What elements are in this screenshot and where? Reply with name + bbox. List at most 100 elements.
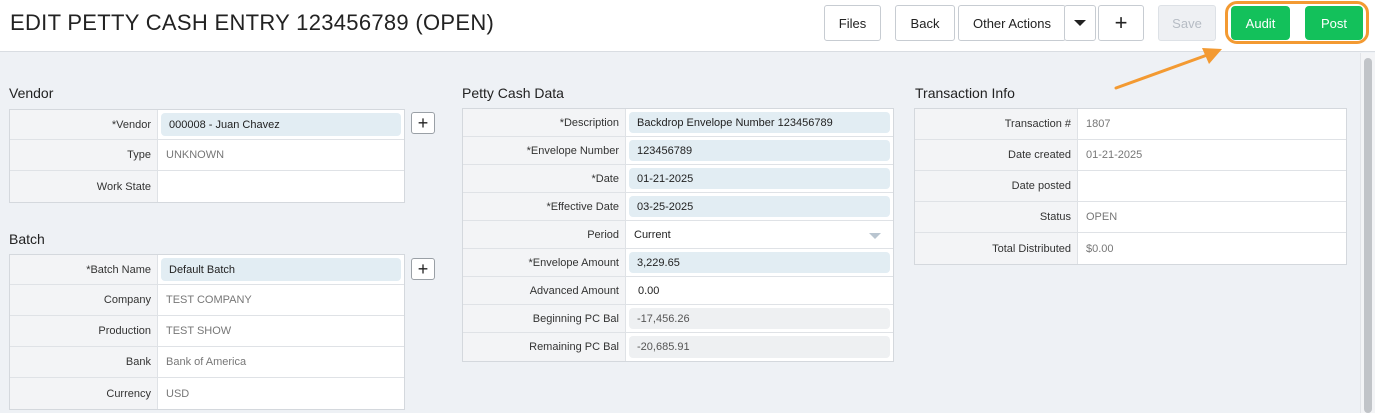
field-label: Beginning PC Bal — [463, 305, 626, 332]
date-created-value: 01-21-2025 — [1086, 149, 1143, 161]
date-field[interactable]: 01-21-2025 — [626, 165, 893, 192]
chevron-down-icon — [869, 232, 881, 239]
field-label: *Batch Name — [10, 255, 158, 284]
petty-cash-section-title: Petty Cash Data — [462, 85, 564, 101]
field-label: *Envelope Amount — [463, 249, 626, 276]
page-title: EDIT PETTY CASH ENTRY 123456789 (OPEN) — [10, 10, 495, 35]
add-batch-button[interactable]: + — [411, 258, 435, 280]
work-state-value[interactable] — [158, 171, 404, 202]
envelope-number-row: *Envelope Number 123456789 — [463, 137, 893, 165]
field-label: Production — [10, 316, 158, 346]
status-value: OPEN — [1086, 211, 1118, 223]
field-label: Currency — [10, 378, 158, 409]
field-label: Remaining PC Bal — [463, 333, 626, 361]
scrollbar-thumb[interactable] — [1364, 58, 1372, 413]
bank-row: Bank Bank of America — [10, 347, 404, 378]
field-label: Total Distributed — [915, 233, 1078, 264]
production-value: TEST SHOW — [166, 325, 232, 337]
remaining-pc-bal-value: -20,685.91 — [629, 336, 890, 358]
vendor-type-value: UNKNOWN — [166, 149, 225, 161]
production-row: Production TEST SHOW — [10, 316, 404, 347]
advanced-amount-row: Advanced Amount 0.00 — [463, 277, 893, 305]
batch-name-row: *Batch Name Default Batch — [10, 255, 404, 285]
plus-icon: + — [417, 113, 429, 133]
transaction-section-title: Transaction Info — [915, 85, 1015, 101]
vendor-table: *Vendor 000008 - Juan Chavez Type UNKNOW… — [9, 109, 405, 203]
back-button[interactable]: Back — [895, 5, 955, 41]
effective-date-field[interactable]: 03-25-2025 — [626, 193, 893, 220]
field-label: Type — [10, 140, 158, 170]
effective-date-value[interactable]: 03-25-2025 — [629, 196, 890, 217]
vendor-row: *Vendor 000008 - Juan Chavez — [10, 110, 404, 140]
save-button[interactable]: Save — [1158, 5, 1216, 41]
field-label: *Date — [463, 165, 626, 192]
files-button[interactable]: Files — [824, 5, 881, 41]
date-value[interactable]: 01-21-2025 — [629, 168, 890, 189]
vendor-type-row: Type UNKNOWN — [10, 140, 404, 171]
status-row: Status OPEN — [915, 202, 1346, 233]
currency-value: USD — [166, 387, 190, 400]
field-label: *Effective Date — [463, 193, 626, 220]
description-field[interactable]: Backdrop Envelope Number 123456789 — [626, 109, 893, 136]
vendor-value[interactable]: 000008 - Juan Chavez — [161, 113, 401, 136]
beginning-pc-bal-row: Beginning PC Bal -17,456.26 — [463, 305, 893, 333]
beginning-pc-bal-value: -17,456.26 — [629, 308, 890, 329]
field-label: *Vendor — [10, 110, 158, 139]
transaction-number-row: Transaction # 1807 — [915, 109, 1346, 140]
add-button[interactable]: + — [1098, 5, 1144, 41]
bank-value: Bank of America — [166, 356, 247, 368]
plus-icon: + — [1114, 10, 1128, 35]
description-value[interactable]: Backdrop Envelope Number 123456789 — [629, 112, 890, 133]
effective-date-row: *Effective Date 03-25-2025 — [463, 193, 893, 221]
period-select[interactable]: Current — [626, 221, 893, 248]
batch-table: *Batch Name Default Batch Company TEST C… — [9, 254, 405, 410]
annotation-arrow-icon — [1114, 48, 1222, 90]
envelope-amount-value[interactable]: 3,229.65 — [629, 252, 890, 273]
field-label: Date created — [915, 140, 1078, 170]
transaction-number-value: 1807 — [1086, 118, 1111, 130]
field-label: *Description — [463, 109, 626, 136]
field-label: Status — [915, 202, 1078, 232]
company-value: TEST COMPANY — [166, 294, 252, 306]
envelope-amount-field[interactable]: 3,229.65 — [626, 249, 893, 276]
other-actions-dropdown-button[interactable] — [1064, 5, 1096, 41]
period-row: Period Current — [463, 221, 893, 249]
vendor-field[interactable]: 000008 - Juan Chavez — [158, 110, 404, 139]
field-label: Date posted — [915, 171, 1078, 201]
total-distributed-value: $0.00 — [1086, 242, 1114, 255]
period-value: Current — [634, 228, 671, 241]
beginning-pc-bal-field: -17,456.26 — [626, 305, 893, 332]
add-vendor-button[interactable]: + — [411, 112, 435, 134]
highlight-outline — [1225, 1, 1369, 44]
field-label: Period — [463, 221, 626, 248]
batch-name-field[interactable]: Default Batch — [158, 255, 404, 284]
envelope-amount-row: *Envelope Amount 3,229.65 — [463, 249, 893, 277]
envelope-number-field[interactable]: 123456789 — [626, 137, 893, 164]
company-row: Company TEST COMPANY — [10, 285, 404, 316]
work-state-row: Work State — [10, 171, 404, 202]
field-label: Work State — [10, 171, 158, 202]
batch-name-value[interactable]: Default Batch — [161, 258, 401, 281]
currency-row: Currency USD — [10, 378, 404, 409]
transaction-table: Transaction # 1807 Date created 01-21-20… — [914, 108, 1347, 265]
field-label: Company — [10, 285, 158, 315]
caret-down-icon — [1074, 20, 1086, 26]
date-row: *Date 01-21-2025 — [463, 165, 893, 193]
vertical-scrollbar[interactable] — [1360, 53, 1375, 413]
total-distributed-row: Total Distributed $0.00 — [915, 233, 1346, 264]
envelope-number-value[interactable]: 123456789 — [629, 140, 890, 161]
field-label: Advanced Amount — [463, 277, 626, 304]
remaining-pc-bal-field: -20,685.91 — [626, 333, 893, 361]
advanced-amount-value[interactable]: 0.00 — [626, 277, 893, 304]
date-posted-value — [1078, 171, 1346, 201]
other-actions-button[interactable]: Other Actions — [958, 5, 1066, 41]
field-label: *Envelope Number — [463, 137, 626, 164]
petty-cash-table: *Description Backdrop Envelope Number 12… — [462, 108, 894, 362]
batch-section-title: Batch — [9, 231, 45, 247]
field-label: Bank — [10, 347, 158, 377]
description-row: *Description Backdrop Envelope Number 12… — [463, 109, 893, 137]
date-posted-row: Date posted — [915, 171, 1346, 202]
field-label: Transaction # — [915, 109, 1078, 139]
plus-icon: + — [417, 259, 429, 279]
date-created-row: Date created 01-21-2025 — [915, 140, 1346, 171]
